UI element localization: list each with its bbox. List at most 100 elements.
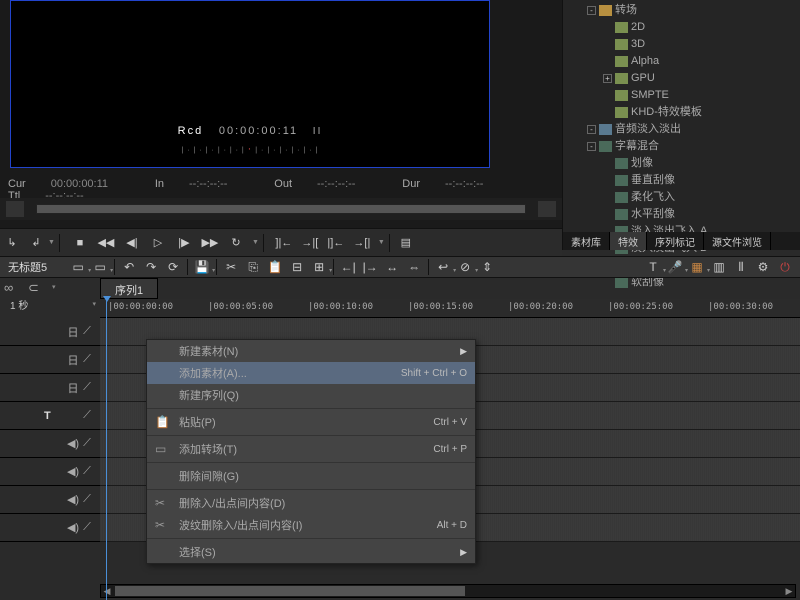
timeline-scale[interactable]: 1 秒 ▾ bbox=[0, 296, 100, 312]
tool-power-icon[interactable]: ⏻ bbox=[777, 260, 793, 274]
tree-item[interactable]: 2D bbox=[563, 19, 800, 36]
context-menu-item[interactable]: 选择(S)▶ bbox=[147, 541, 475, 563]
track-wave-icon[interactable]: ⟋ bbox=[80, 437, 94, 450]
track-wave-icon[interactable]: ⟋ bbox=[80, 353, 94, 366]
timeline-h-scrollbar[interactable]: ◀ ▶ bbox=[100, 584, 796, 598]
tool-new-icon[interactable]: ▭▾ bbox=[70, 260, 86, 274]
scrub-bar[interactable] bbox=[0, 198, 562, 220]
tree-item[interactable]: -音频淡入淡出 bbox=[563, 121, 800, 138]
scroll-thumb[interactable] bbox=[115, 586, 465, 596]
rewind-button[interactable]: ◀◀ bbox=[97, 235, 115, 251]
tool-copy-icon[interactable]: ⎘ bbox=[245, 260, 261, 274]
play-button[interactable]: ▷ bbox=[149, 235, 167, 251]
playhead[interactable] bbox=[106, 296, 107, 600]
track-wave-icon[interactable]: ⟋ bbox=[80, 325, 94, 338]
export-button[interactable]: ▤ bbox=[397, 235, 415, 251]
track-wave-icon[interactable]: ⟋ bbox=[80, 409, 94, 422]
tool-delete-icon[interactable]: ↩▾ bbox=[435, 260, 451, 274]
menu-item-label: 添加素材(A)... bbox=[179, 365, 401, 381]
track-header[interactable]: 日⟋ bbox=[0, 374, 100, 402]
tree-item[interactable]: +GPU bbox=[563, 70, 800, 87]
track-header[interactable]: ◀)⟋ bbox=[0, 430, 100, 458]
tool-trim-in-icon[interactable]: ←| bbox=[340, 260, 356, 274]
context-menu-item[interactable]: 新建素材(N)▶ bbox=[147, 340, 475, 362]
tree-item[interactable]: -转场 bbox=[563, 2, 800, 19]
tool-undo-icon[interactable]: ↶ bbox=[121, 260, 137, 274]
panel-tab[interactable]: 源文件浏览 bbox=[704, 232, 771, 250]
tool-audio-icon[interactable]: 🎤▾ bbox=[667, 260, 683, 274]
prev-frame-button[interactable]: ◀| bbox=[123, 235, 141, 251]
trim-next-button[interactable]: →[| bbox=[353, 235, 371, 251]
tree-toggle-icon[interactable]: - bbox=[587, 125, 596, 134]
tree-item[interactable]: KHD-特效模板 bbox=[563, 104, 800, 121]
track-wave-icon[interactable]: ⟋ bbox=[80, 521, 94, 534]
tool-ripple-icon[interactable]: ⊞▾ bbox=[311, 260, 327, 274]
fx-icon bbox=[615, 90, 628, 101]
tree-item[interactable]: 3D bbox=[563, 36, 800, 53]
tree-item[interactable]: Alpha bbox=[563, 53, 800, 70]
panel-tab[interactable]: 素材库 bbox=[563, 232, 610, 250]
loop-button[interactable]: ↻ bbox=[227, 235, 245, 251]
tool-title-icon[interactable]: T▾ bbox=[645, 260, 661, 274]
trim-prev-button[interactable]: |]← bbox=[327, 235, 345, 251]
tool-history-icon[interactable]: ⟳ bbox=[165, 260, 181, 274]
jump-prev-button[interactable]: ]|← bbox=[275, 235, 293, 251]
scrub-in-mark[interactable] bbox=[6, 201, 24, 217]
magnet-icon[interactable]: ⊂ bbox=[28, 280, 46, 294]
next-frame-button[interactable]: |▶ bbox=[175, 235, 193, 251]
scroll-left-icon[interactable]: ◀ bbox=[101, 585, 113, 597]
tool-disable-icon[interactable]: ⊘▾ bbox=[457, 260, 473, 274]
tree-item[interactable]: SMPTE bbox=[563, 87, 800, 104]
tool-expand-icon[interactable]: ⇕ bbox=[479, 260, 495, 274]
tree-item[interactable]: 垂直刮像 bbox=[563, 172, 800, 189]
panel-tab[interactable]: 序列标记 bbox=[647, 232, 704, 250]
tool-save-icon[interactable]: 💾▾ bbox=[194, 260, 210, 274]
track-header[interactable]: ◀)⟋ bbox=[0, 486, 100, 514]
tree-toggle-icon[interactable]: - bbox=[587, 142, 596, 151]
tool-split-icon[interactable]: ⊟ bbox=[289, 260, 305, 274]
tree-toggle-icon[interactable]: + bbox=[603, 74, 612, 83]
tool-trim-out-icon[interactable]: |→ bbox=[362, 260, 378, 274]
track-wave-icon[interactable]: ⟋ bbox=[80, 465, 94, 478]
context-menu-item[interactable]: 添加素材(A)...Shift + Ctrl + O bbox=[147, 362, 475, 384]
tool-mixer-icon[interactable]: ▥ bbox=[711, 260, 727, 274]
tree-item[interactable]: 柔化飞入 bbox=[563, 189, 800, 206]
tool-slide-icon[interactable]: ⇔ bbox=[406, 260, 422, 274]
context-menu-item[interactable]: ✂波纹删除入/出点间内容(I)Alt + D bbox=[147, 514, 475, 536]
tool-settings-icon[interactable]: ⚙ bbox=[755, 260, 771, 274]
scrub-track[interactable] bbox=[36, 204, 526, 214]
scrub-out-mark[interactable] bbox=[538, 201, 556, 217]
link-icon[interactable]: ∞ bbox=[4, 280, 22, 294]
panel-tab[interactable]: 特效 bbox=[610, 232, 647, 250]
tree-toggle-icon[interactable]: - bbox=[587, 6, 596, 15]
pause-icon: II bbox=[313, 126, 323, 137]
track-wave-icon[interactable]: ⟋ bbox=[80, 493, 94, 506]
fforward-button[interactable]: ▶▶ bbox=[201, 235, 219, 251]
tool-redo-icon[interactable]: ↷ bbox=[143, 260, 159, 274]
timeline-ruler[interactable]: |00:00:00:00|00:00:05:00|00:00:10:00|00:… bbox=[100, 299, 800, 318]
stop-button[interactable]: ■ bbox=[71, 235, 89, 251]
ruler-timecode: |00:00:15:00 bbox=[408, 302, 473, 312]
context-menu-item[interactable]: 新建序列(Q) bbox=[147, 384, 475, 406]
track-header[interactable]: T⟋ bbox=[0, 402, 100, 430]
tool-levels-icon[interactable]: ⫴ bbox=[733, 260, 749, 274]
track-header[interactable]: ◀)⟋ bbox=[0, 458, 100, 486]
track-header[interactable]: 日⟋ bbox=[0, 318, 100, 346]
context-menu-item[interactable]: ✂删除入/出点间内容(D) bbox=[147, 492, 475, 514]
mark-out-icon[interactable]: ↲ bbox=[27, 235, 45, 251]
mark-in-icon[interactable]: ↳ bbox=[3, 235, 21, 251]
track-header[interactable]: 日⟋ bbox=[0, 346, 100, 374]
tree-item[interactable]: 水平刮像 bbox=[563, 206, 800, 223]
track-wave-icon[interactable]: ⟋ bbox=[80, 381, 94, 394]
tool-slip-icon[interactable]: ↔ bbox=[384, 260, 400, 274]
tool-paste-icon[interactable]: 📋 bbox=[267, 260, 283, 274]
context-menu-item[interactable]: 删除间隙(G) bbox=[147, 465, 475, 487]
track-header[interactable]: ◀)⟋ bbox=[0, 514, 100, 542]
tree-item[interactable]: 划像 bbox=[563, 155, 800, 172]
jump-next-button[interactable]: →|[ bbox=[301, 235, 319, 251]
tool-add-icon[interactable]: ▭▾ bbox=[92, 260, 108, 274]
scroll-right-icon[interactable]: ▶ bbox=[783, 585, 795, 597]
tool-color-icon[interactable]: ▦▾ bbox=[689, 260, 705, 274]
tool-cut-icon[interactable]: ✂ bbox=[223, 260, 239, 274]
tree-item[interactable]: -字幕混合 bbox=[563, 138, 800, 155]
